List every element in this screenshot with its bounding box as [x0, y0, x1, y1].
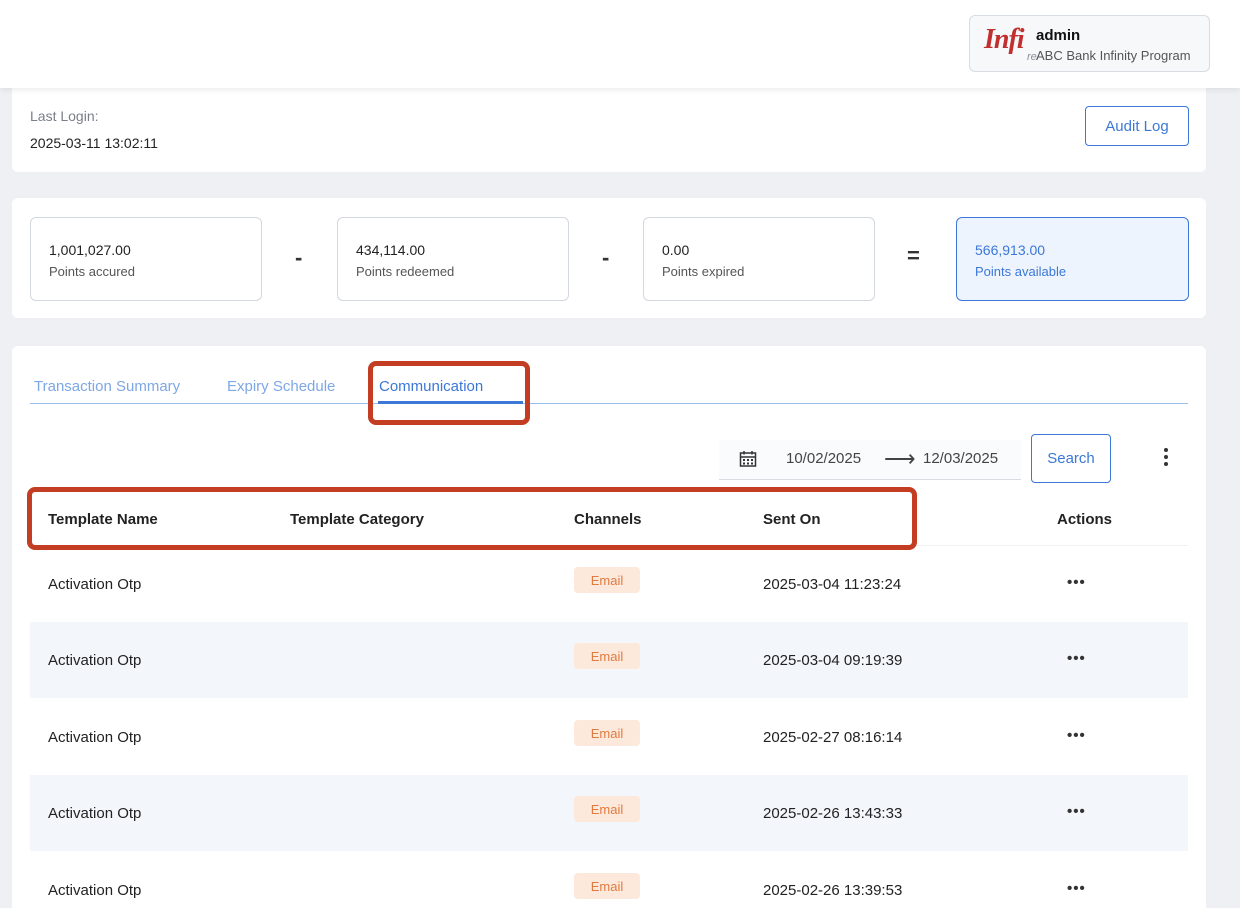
points-accrued-label: Points accured: [49, 264, 135, 279]
points-redeemed-box: 434,114.00 Points redeemed: [337, 217, 569, 301]
search-button[interactable]: Search: [1031, 434, 1111, 483]
table-row: Activation Otp Email 2025-03-04 11:23:24…: [30, 546, 1188, 622]
communication-panel: Transaction Summary Expiry Schedule Comm…: [12, 346, 1206, 908]
highlight-communication-tab: [368, 361, 530, 425]
points-available-value: 566,913.00: [975, 242, 1046, 258]
more-horiz-icon[interactable]: •••: [1067, 880, 1086, 897]
sent-on-cell: 2025-02-27 08:16:14: [763, 729, 903, 746]
date-start-input[interactable]: 10/02/2025: [786, 450, 861, 467]
points-accrued-value: 1,001,027.00: [49, 242, 131, 258]
top-header: Infi re admin ABC Bank Infinity Program: [0, 0, 1240, 88]
sent-on-cell: 2025-03-04 09:19:39: [763, 652, 903, 669]
tab-bar: Transaction Summary Expiry Schedule Comm…: [30, 346, 1188, 404]
equals-operator: =: [907, 243, 920, 268]
channel-badge: Email: [574, 796, 640, 822]
points-accrued-box: 1,001,027.00 Points accured: [30, 217, 262, 301]
points-summary-card: 1,001,027.00 Points accured - 434,114.00…: [12, 198, 1206, 318]
user-profile-card[interactable]: Infi re admin ABC Bank Infinity Program: [969, 15, 1210, 72]
points-redeemed-label: Points redeemed: [356, 264, 455, 279]
sent-on-cell: 2025-02-26 13:39:53: [763, 882, 903, 899]
template-name-cell: Activation Otp: [48, 882, 142, 899]
template-name-cell: Activation Otp: [48, 729, 142, 746]
points-available-box: 566,913.00 Points available: [956, 217, 1189, 301]
minus-operator: -: [295, 245, 303, 270]
date-end-input[interactable]: 12/03/2025: [923, 450, 998, 467]
table-row: Activation Otp Email 2025-02-26 13:39:53…: [30, 852, 1188, 908]
more-vert-icon[interactable]: [1160, 445, 1172, 473]
minus-operator: -: [602, 245, 610, 270]
audit-log-button[interactable]: Audit Log: [1085, 106, 1189, 146]
table-row: Activation Otp Email 2025-03-04 09:19:39…: [30, 622, 1188, 698]
points-available-label: Points available: [975, 264, 1067, 279]
more-horiz-icon[interactable]: •••: [1067, 727, 1086, 744]
last-login-value: 2025-03-11 13:02:11: [30, 135, 158, 151]
points-expired-value: 0.00: [662, 242, 690, 258]
program-name: ABC Bank Infinity Program: [1036, 48, 1191, 63]
points-expired-box: 0.00 Points expired: [643, 217, 875, 301]
more-horiz-icon[interactable]: •••: [1067, 574, 1086, 591]
points-expired-label: Points expired: [662, 264, 745, 279]
template-name-cell: Activation Otp: [48, 576, 142, 593]
date-range-picker[interactable]: 10/02/2025 ⟶ 12/03/2025: [719, 440, 1021, 480]
arrow-right-icon: ⟶: [884, 446, 916, 471]
channel-badge: Email: [574, 720, 640, 746]
last-login-card: Last Login: 2025-03-11 13:02:11 Audit Lo…: [12, 88, 1206, 172]
brand-logo: Infi: [984, 24, 1025, 55]
table-row: Activation Otp Email 2025-02-26 13:43:33…: [30, 775, 1188, 851]
channel-badge: Email: [574, 567, 640, 593]
channel-badge: Email: [574, 873, 640, 899]
template-name-cell: Activation Otp: [48, 652, 142, 669]
column-header-actions: Actions: [1057, 511, 1113, 528]
sent-on-cell: 2025-03-04 11:23:24: [763, 576, 902, 593]
more-horiz-icon[interactable]: •••: [1067, 803, 1086, 820]
template-name-cell: Activation Otp: [48, 805, 142, 822]
highlight-table-header: [27, 487, 917, 550]
more-horiz-icon[interactable]: •••: [1067, 650, 1086, 667]
calendar-icon: [739, 450, 757, 473]
channel-badge: Email: [574, 643, 640, 669]
points-redeemed-value: 434,114.00: [356, 242, 426, 258]
user-name: admin: [1036, 27, 1081, 44]
tab-expiry-schedule[interactable]: Expiry Schedule: [227, 378, 335, 395]
tab-transaction-summary[interactable]: Transaction Summary: [34, 378, 180, 395]
last-login-label: Last Login:: [30, 108, 99, 124]
table-row: Activation Otp Email 2025-02-27 08:16:14…: [30, 699, 1188, 775]
sent-on-cell: 2025-02-26 13:43:33: [763, 805, 903, 822]
